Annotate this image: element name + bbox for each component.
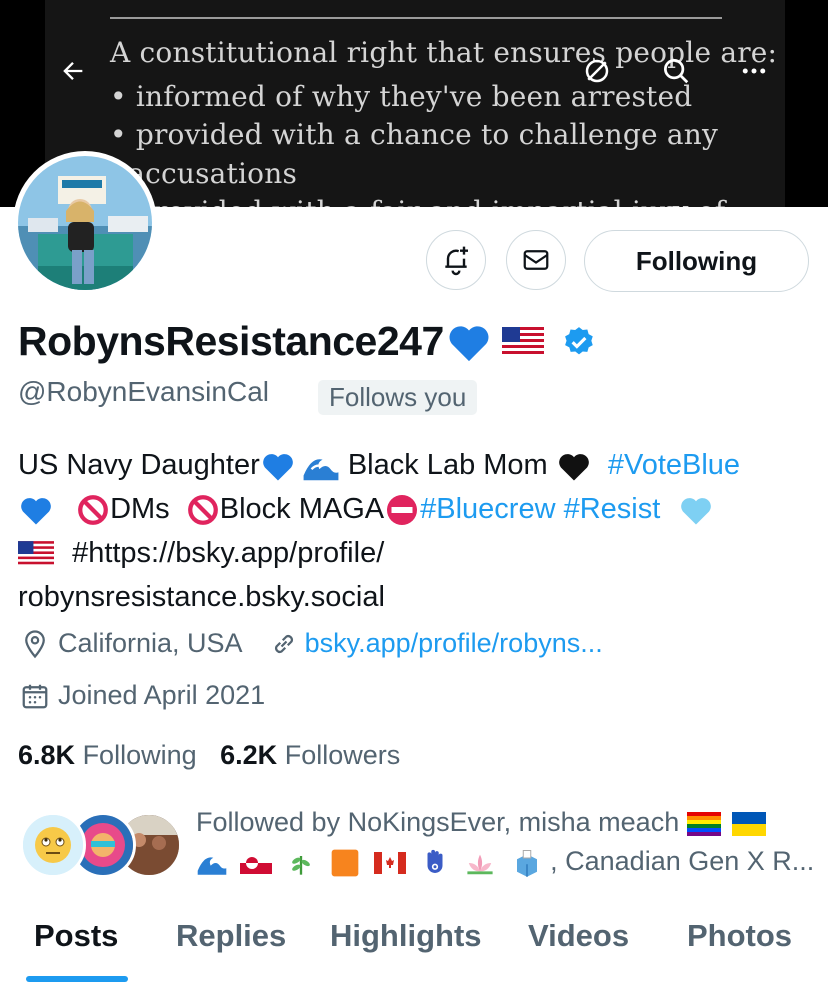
profile-handle: @RobynEvansinCal xyxy=(18,376,269,407)
canada-flag-icon xyxy=(374,851,407,874)
follower-avatar xyxy=(20,812,86,878)
wave-icon xyxy=(197,857,227,875)
banner-text-line: • provided with a chance to challenge an… xyxy=(110,118,719,151)
follows-you-badge: Follows you xyxy=(318,380,478,415)
notify-button[interactable] xyxy=(426,230,486,290)
joined-text: Joined April 2021 xyxy=(58,680,266,710)
blue-heart-icon xyxy=(262,454,293,481)
profile-bio: US Navy Daughter Black Lab Mom #VoteBlue… xyxy=(18,443,818,619)
bio-text: Block MAGA xyxy=(219,493,385,525)
herb-icon xyxy=(292,855,310,875)
us-flag-icon xyxy=(18,541,54,568)
following-button[interactable]: Following xyxy=(584,230,809,292)
followed-by-names: Followed by NoKingsEver, misha meach xyxy=(196,807,680,837)
bio-text: robynsresistance.bsky.social xyxy=(18,581,385,613)
location-text: California, USA xyxy=(58,628,243,658)
bell-plus-icon xyxy=(445,246,468,276)
joined-row: Joined April 2021 xyxy=(20,680,265,711)
back-arrow-icon xyxy=(63,62,83,80)
tab-highlights[interactable]: Highlights xyxy=(330,918,482,954)
blue-heart-icon xyxy=(449,325,489,361)
followed-by-avatars[interactable] xyxy=(20,810,182,880)
more-button[interactable] xyxy=(733,50,775,92)
bio-text: #https://bsky.app/profile/ xyxy=(72,537,385,569)
bio-text: DMs xyxy=(110,493,170,525)
wave-icon xyxy=(303,459,339,481)
envelope-icon xyxy=(523,250,549,270)
tab-videos[interactable]: Videos xyxy=(528,918,629,954)
prohibited-icon xyxy=(78,495,108,526)
profile-avatar[interactable] xyxy=(13,151,157,295)
black-heart-icon xyxy=(558,454,589,481)
tab-replies[interactable]: Replies xyxy=(176,918,286,954)
orange-square-icon xyxy=(331,849,358,877)
bio-text: Black Lab Mom xyxy=(339,449,556,481)
followers-label: Followers xyxy=(284,740,401,770)
ballot-box-icon xyxy=(516,849,537,877)
following-label: Following xyxy=(82,740,197,770)
link-icon xyxy=(274,634,293,653)
search-icon xyxy=(664,59,689,84)
website-link[interactable]: bsky.app/profile/robyns... xyxy=(305,628,603,659)
tab-photos[interactable]: Photos xyxy=(687,918,792,954)
active-tab-indicator xyxy=(26,976,128,982)
following-stat[interactable]: 6.8K Following xyxy=(18,740,197,770)
back-button[interactable] xyxy=(52,50,94,92)
no-entry-icon xyxy=(387,495,418,526)
tab-posts[interactable]: Posts xyxy=(34,918,118,954)
display-name: RobynsResistance247 xyxy=(18,318,444,364)
banner-divider xyxy=(110,17,722,19)
us-flag-icon xyxy=(501,326,544,357)
display-name-row: RobynsResistance247 xyxy=(18,318,596,365)
calendar-icon xyxy=(22,684,48,708)
followers-count: 6.2K xyxy=(220,740,278,770)
grok-icon xyxy=(585,59,609,83)
avatar-photo xyxy=(18,156,152,290)
hashtag-bluecrew-resist-links[interactable]: #Bluecrew #Resist xyxy=(420,493,660,525)
greenland-flag-icon xyxy=(239,851,272,874)
followed-by-text[interactable]: Followed by NoKingsEver, misha meach , C… xyxy=(196,803,816,881)
rainbow-flag-icon xyxy=(686,811,721,836)
profile-tabs: Posts Replies Highlights Videos Photos xyxy=(0,910,828,992)
ukraine-flag-icon xyxy=(732,811,767,836)
followed-by-more: , Canadian Gen X R... xyxy=(550,846,815,876)
bio-text: US Navy Daughter xyxy=(18,449,260,481)
hamsa-icon xyxy=(427,849,443,873)
light-blue-heart-icon xyxy=(681,498,712,525)
message-button[interactable] xyxy=(506,230,566,290)
followers-stat[interactable]: 6.2K Followers xyxy=(220,740,400,770)
hashtag-voteblue-link[interactable]: #VoteBlue xyxy=(608,449,740,481)
prohibited-icon xyxy=(187,495,218,526)
grok-button[interactable] xyxy=(576,50,618,92)
lotus-icon xyxy=(467,854,493,875)
verified-badge-icon[interactable] xyxy=(562,325,596,359)
profile-meta-row: California, USA bsky.app/profile/robyns.… xyxy=(20,628,603,659)
more-icon xyxy=(742,68,766,74)
follow-stats: 6.8K Following 6.2K Followers xyxy=(18,740,400,771)
banner-text-line: • provided with a fair and impartial jur… xyxy=(110,195,725,207)
following-count: 6.8K xyxy=(18,740,76,770)
location-pin-icon xyxy=(25,629,45,658)
blue-heart-icon xyxy=(21,498,51,525)
search-button[interactable] xyxy=(655,50,697,92)
